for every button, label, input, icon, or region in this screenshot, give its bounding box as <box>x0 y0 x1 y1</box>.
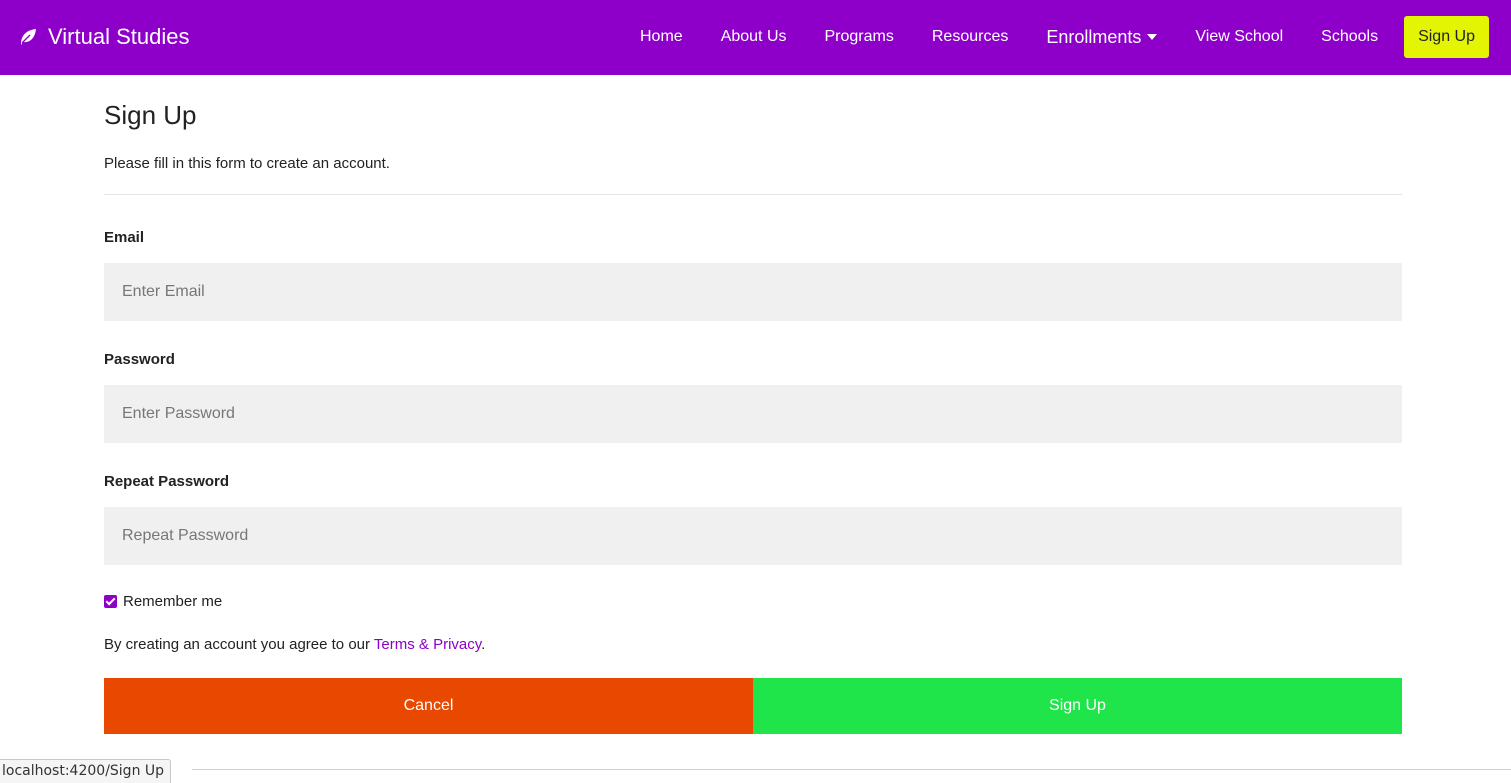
nav-item-home[interactable]: Home <box>640 28 683 46</box>
repeat-password-field[interactable] <box>104 507 1402 565</box>
terms-prefix: By creating an account you agree to our <box>104 636 374 653</box>
leaf-icon <box>21 29 36 45</box>
nav-links: Home About Us Programs Resources Enrollm… <box>602 16 1489 58</box>
email-field[interactable] <box>104 263 1402 321</box>
repeat-password-label: Repeat Password <box>104 473 230 490</box>
brand-name: Virtual Studies <box>48 24 190 49</box>
terms-text: By creating an account you agree to our … <box>104 636 1402 653</box>
signup-form: Sign Up Please fill in this form to crea… <box>104 75 1402 734</box>
nav-signup-button[interactable]: Sign Up <box>1404 16 1489 58</box>
nav-item-resources[interactable]: Resources <box>932 28 1008 46</box>
nav-item-enrollments-label: Enrollments <box>1046 26 1142 47</box>
email-label: Email <box>104 229 145 246</box>
caret-down-icon <box>1147 34 1158 40</box>
nav-item-about-us[interactable]: About Us <box>721 28 787 46</box>
terms-privacy-link[interactable]: Terms & Privacy <box>374 636 481 653</box>
remember-me[interactable]: Remember me <box>104 593 1402 610</box>
nav-item-enrollments-dropdown[interactable]: Enrollments <box>1046 26 1158 48</box>
status-bar: localhost:4200/Sign Up <box>0 759 1511 783</box>
nav-item-schools[interactable]: Schools <box>1321 28 1378 46</box>
nav-item-view-school[interactable]: View School <box>1195 28 1283 46</box>
page-title: Sign Up <box>104 100 197 130</box>
terms-suffix: . <box>481 636 486 653</box>
form-subtitle: Please fill in this form to create an ac… <box>104 155 390 172</box>
cancel-button[interactable]: Cancel <box>104 678 753 734</box>
divider <box>104 194 1402 195</box>
signup-submit-button[interactable]: Sign Up <box>753 678 1402 734</box>
password-label: Password <box>104 351 175 368</box>
remember-me-checkbox[interactable] <box>104 595 117 608</box>
top-navbar: Virtual Studies Home About Us Programs R… <box>0 0 1511 75</box>
status-url: localhost:4200/Sign Up <box>0 759 172 783</box>
status-bar-line <box>192 769 1511 770</box>
form-buttons: Cancel Sign Up <box>104 678 1402 734</box>
remember-me-label: Remember me <box>123 593 223 610</box>
nav-item-programs[interactable]: Programs <box>825 28 894 46</box>
password-field[interactable] <box>104 385 1402 443</box>
brand[interactable]: Virtual Studies <box>18 24 189 50</box>
